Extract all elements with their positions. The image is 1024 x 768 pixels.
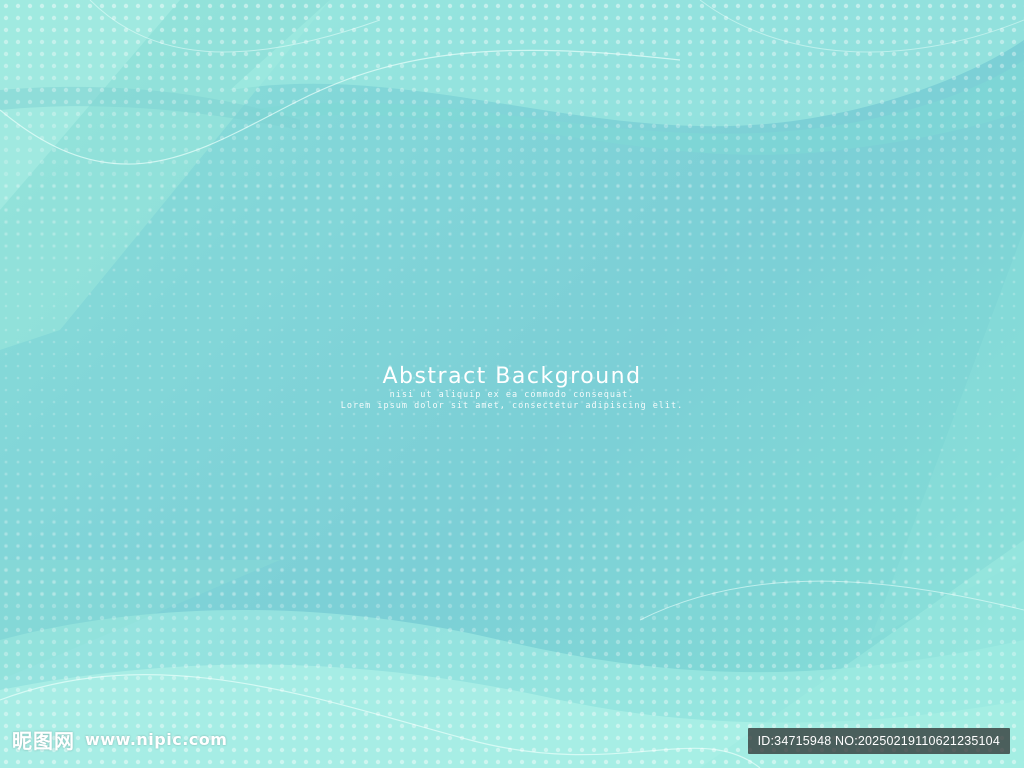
image-id-badge: ID:34715948 NO:20250219110621235104 <box>747 728 1010 754</box>
abstract-background-canvas: Abstract Background nisi ut aliquip ex e… <box>0 0 1024 768</box>
headline-title: Abstract Background <box>382 364 642 389</box>
headline-block: Abstract Background nisi ut aliquip ex e… <box>0 364 1024 412</box>
site-watermark: 昵图网 www.nipic.com <box>12 725 227 754</box>
site-name: 昵图网 <box>12 729 75 753</box>
headline-subline-2: Lorem ipsum dolor sit amet, consectetur … <box>340 401 684 411</box>
headline-subline-1: nisi ut aliquip ex ea commodo consequat. <box>389 390 635 400</box>
site-url: www.nipic.com <box>85 730 228 749</box>
